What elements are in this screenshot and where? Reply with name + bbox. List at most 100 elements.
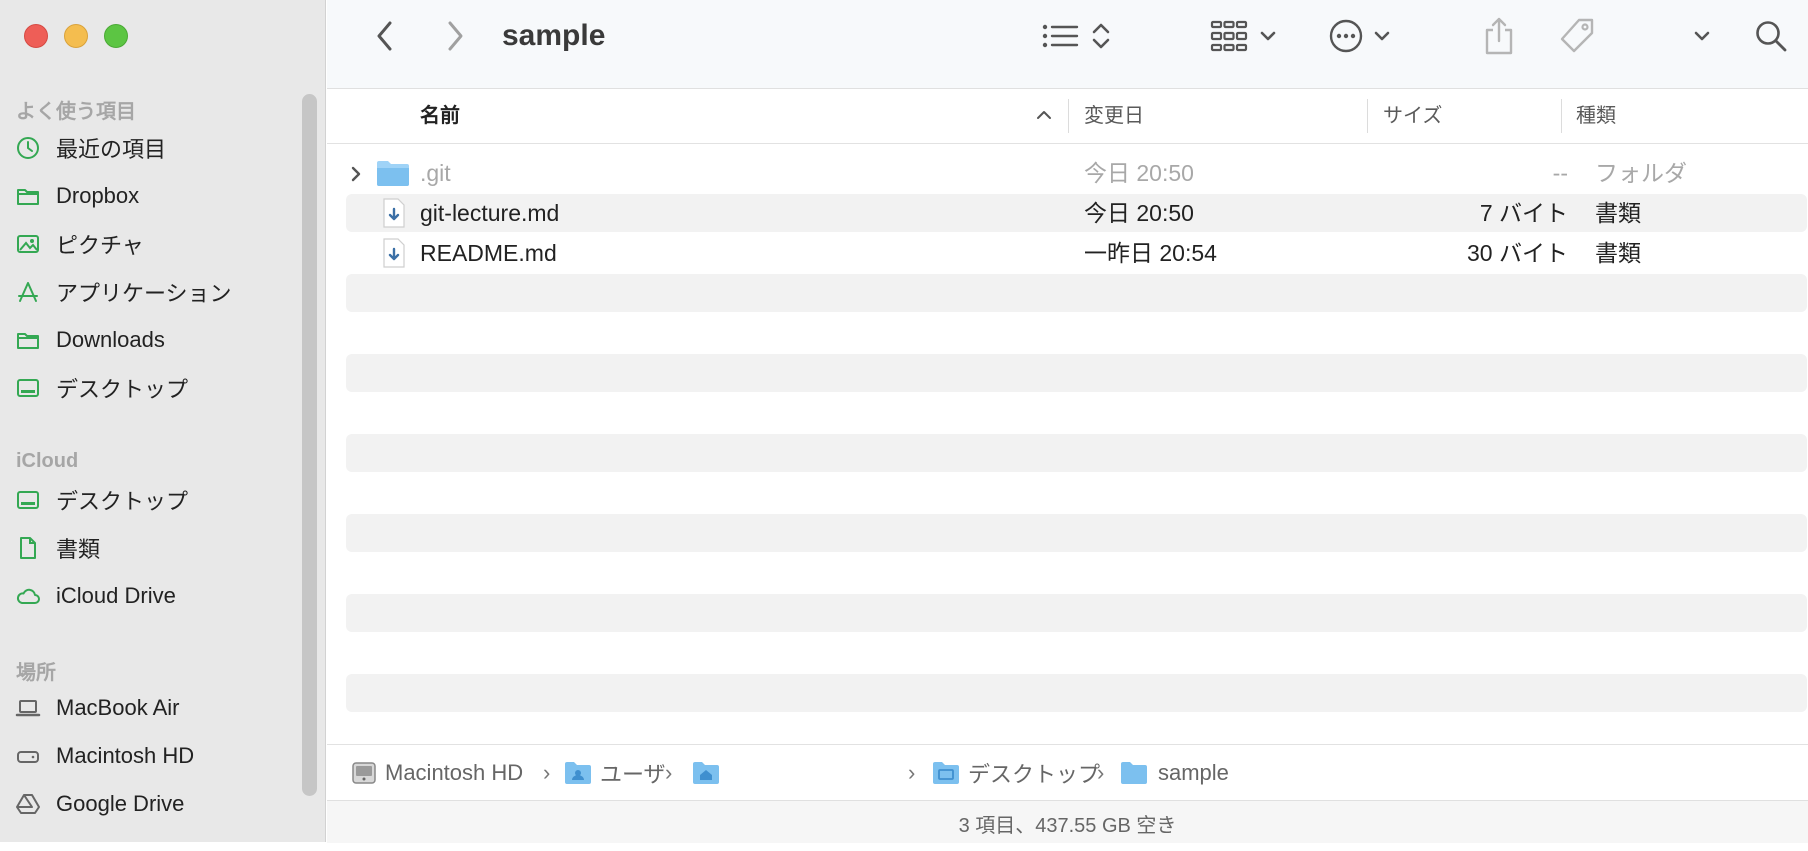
sidebar-section-favorites: よく使う項目 xyxy=(16,101,136,123)
sidebar-scrollbar[interactable] xyxy=(302,94,317,796)
sidebar: よく使う項目 最近の項目 Dropbox ピクチャ アプリケーション Downl… xyxy=(0,0,326,842)
group-button[interactable] xyxy=(1204,14,1284,58)
sidebar-item-label: デスクトップ xyxy=(56,489,189,514)
sidebar-item-label: iCloud Drive xyxy=(56,583,176,608)
path-separator-icon: › xyxy=(543,760,551,785)
file-modified: 今日 20:50 xyxy=(1084,160,1194,186)
cloud-icon xyxy=(14,582,42,610)
sidebar-item-label: デスクトップ xyxy=(56,377,189,402)
sidebar-item-pictures[interactable]: ピクチャ xyxy=(14,224,294,264)
minimize-window-button[interactable] xyxy=(64,24,88,48)
sidebar-item-google-drive[interactable]: Google Drive xyxy=(14,784,294,824)
file-name: git-lecture.md xyxy=(420,200,560,226)
chevron-down-icon xyxy=(1260,31,1276,41)
sidebar-item-label: Dropbox xyxy=(56,183,140,208)
sidebar-item-macbook-air[interactable]: MacBook Air xyxy=(14,688,294,728)
path-item-desktop[interactable]: デスクトップ xyxy=(932,745,1100,801)
view-options-button[interactable] xyxy=(1037,14,1117,58)
empty-row xyxy=(346,594,1807,632)
sidebar-item-downloads[interactable]: Downloads xyxy=(14,320,294,360)
sidebar-item-macintosh-hd[interactable]: Macintosh HD xyxy=(14,736,294,776)
markdown-file-icon xyxy=(383,238,405,268)
column-divider[interactable] xyxy=(1367,99,1368,133)
path-item-home[interactable] xyxy=(692,745,720,801)
disk-icon xyxy=(14,742,42,770)
file-kind: 書類 xyxy=(1595,200,1641,226)
sidebar-item-desktop[interactable]: デスクトップ xyxy=(14,368,294,408)
google-drive-icon xyxy=(14,790,42,818)
close-window-button[interactable] xyxy=(24,24,48,48)
toolbar: sample xyxy=(327,0,1808,89)
file-list: .git 今日 20:50 -- フォルダ git-lecture.md 今日 … xyxy=(327,144,1808,744)
folder-icon xyxy=(14,326,42,354)
file-kind: フォルダ xyxy=(1595,160,1687,186)
sidebar-item-label: Macintosh HD xyxy=(56,743,195,768)
file-row-readme[interactable]: README.md 一昨日 20:54 30 バイト 書類 xyxy=(346,234,1807,272)
photo-icon xyxy=(14,230,42,258)
search-button[interactable] xyxy=(1749,14,1793,58)
action-menu-button[interactable] xyxy=(1322,14,1398,58)
disclosure-triangle-icon[interactable] xyxy=(348,164,364,184)
laptop-icon xyxy=(14,694,42,722)
column-divider[interactable] xyxy=(1068,99,1069,133)
zoom-window-button[interactable] xyxy=(104,24,128,48)
path-item-macintosh-hd[interactable]: Macintosh HD xyxy=(351,745,523,801)
column-header-kind[interactable]: 種類 xyxy=(1576,89,1616,143)
window-title: sample xyxy=(502,19,606,52)
sort-updown-icon xyxy=(1092,23,1110,49)
path-item-label: デスクトップ xyxy=(968,762,1101,787)
sidebar-item-documents[interactable]: 書類 xyxy=(14,528,294,568)
list-view-icon xyxy=(1042,24,1079,48)
sidebar-item-label: アプリケーション xyxy=(56,281,232,306)
users-folder-icon xyxy=(565,762,591,784)
sort-ascending-icon xyxy=(1037,111,1051,119)
file-row-git[interactable]: .git 今日 20:50 -- フォルダ xyxy=(346,154,1807,192)
empty-row xyxy=(346,354,1807,392)
file-modified: 今日 20:50 xyxy=(1084,200,1194,226)
sidebar-item-dropbox[interactable]: Dropbox xyxy=(14,176,294,216)
path-bar: Macintosh HD › ユーザ › › デスクトップ › sample xyxy=(327,744,1808,801)
column-header-name[interactable]: 名前 xyxy=(420,89,460,143)
file-modified: 一昨日 20:54 xyxy=(1084,240,1217,266)
sidebar-item-recents[interactable]: 最近の項目 xyxy=(14,128,294,168)
tag-icon xyxy=(1560,18,1594,53)
sidebar-item-icloud-drive[interactable]: iCloud Drive xyxy=(14,576,294,616)
folder-icon xyxy=(14,182,42,210)
sidebar-item-label: ピクチャ xyxy=(56,233,144,258)
sidebar-item-label: MacBook Air xyxy=(56,695,180,720)
disk-icon xyxy=(352,762,376,784)
column-header-size[interactable]: サイズ xyxy=(1383,89,1442,143)
markdown-file-icon xyxy=(383,198,405,228)
path-item-users[interactable]: ユーザ xyxy=(564,745,666,801)
share-button[interactable] xyxy=(1477,14,1521,58)
file-size: -- xyxy=(1552,160,1568,186)
column-header-modified[interactable]: 変更日 xyxy=(1084,89,1144,143)
desktop-icon xyxy=(14,486,42,514)
sidebar-item-icloud-desktop[interactable]: デスクトップ xyxy=(14,480,294,520)
grid-icon xyxy=(1210,20,1248,52)
tags-button[interactable] xyxy=(1555,14,1599,58)
status-text: 3 項目、437.55 GB 空き xyxy=(958,815,1177,837)
toolbar-overflow-button[interactable] xyxy=(1687,14,1717,58)
status-bar: 3 項目、437.55 GB 空き xyxy=(327,800,1808,843)
column-divider[interactable] xyxy=(1561,99,1562,133)
desktop-folder-icon xyxy=(933,762,959,784)
desktop-icon xyxy=(14,374,42,402)
sidebar-item-applications[interactable]: アプリケーション xyxy=(14,272,294,312)
folder-icon xyxy=(1121,762,1147,784)
forward-button[interactable] xyxy=(435,14,475,58)
document-icon xyxy=(14,534,42,562)
path-item-sample[interactable]: sample xyxy=(1120,745,1229,801)
more-icon xyxy=(1329,19,1363,53)
file-size: 30 バイト xyxy=(1467,240,1568,266)
path-item-label: Macintosh HD xyxy=(385,760,524,785)
share-icon xyxy=(1485,17,1513,55)
path-separator-icon: › xyxy=(665,760,673,785)
file-row-git-lecture[interactable]: git-lecture.md 今日 20:50 7 バイト 書類 xyxy=(346,194,1807,232)
sidebar-item-label: 書類 xyxy=(56,537,101,562)
file-name: README.md xyxy=(420,240,557,266)
back-button[interactable] xyxy=(365,14,405,58)
clock-icon xyxy=(14,134,42,162)
path-item-label: ユーザ xyxy=(600,762,666,787)
sidebar-section-locations: 場所 xyxy=(16,662,56,684)
